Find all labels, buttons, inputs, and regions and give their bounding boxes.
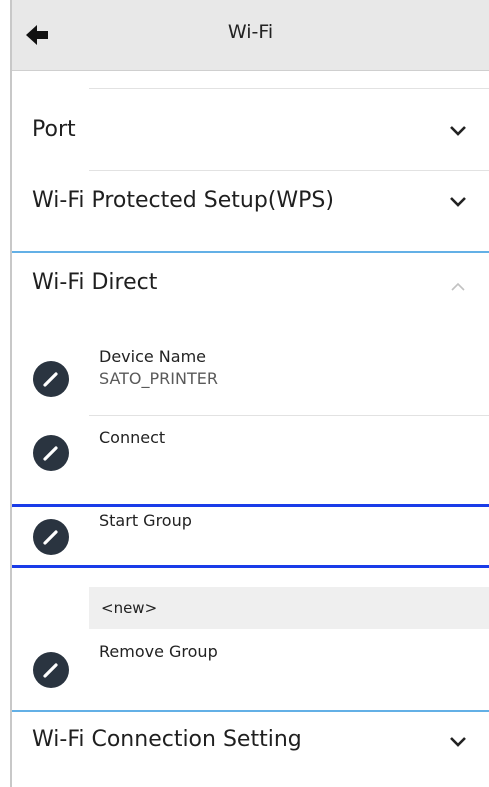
list-item-remove-group: Remove Group bbox=[12, 638, 489, 706]
chevron-down-icon bbox=[450, 126, 466, 136]
item-label: Device Name bbox=[99, 347, 207, 366]
section-label-connection-setting: Wi-Fi Connection Setting bbox=[32, 727, 302, 752]
page-title: Wi-Fi bbox=[227, 21, 274, 43]
section-label-port: Port bbox=[32, 117, 76, 142]
section-wps[interactable]: Wi-Fi Protected Setup(WPS) bbox=[12, 172, 489, 242]
list-item-connect: Connect bbox=[12, 420, 489, 490]
edit-remove-group-button[interactable] bbox=[33, 652, 69, 688]
divider bbox=[89, 415, 489, 416]
section-wifi-direct[interactable]: Wi-Fi Direct bbox=[12, 254, 489, 318]
chevron-down-icon bbox=[450, 197, 466, 207]
pencil-icon bbox=[43, 446, 58, 461]
chevron-up-icon bbox=[451, 282, 465, 291]
settings-screen: Wi-Fi Port Wi-Fi Protected Setup(WPS) Wi… bbox=[10, 0, 489, 787]
item-label: Connect bbox=[99, 428, 166, 447]
pencil-icon bbox=[43, 372, 58, 387]
section-connection-setting[interactable]: Wi-Fi Connection Setting bbox=[12, 712, 489, 776]
divider bbox=[89, 170, 489, 171]
list-item-device-name: Device Name SATO_PRINTER bbox=[12, 345, 489, 415]
edit-device-name-button[interactable] bbox=[33, 361, 69, 397]
chevron-down-icon bbox=[450, 737, 466, 747]
item-value: SATO_PRINTER bbox=[99, 369, 218, 388]
section-label-wps: Wi-Fi Protected Setup(WPS) bbox=[32, 188, 334, 213]
highlight-box bbox=[12, 504, 489, 568]
item-label: Remove Group bbox=[99, 642, 218, 661]
section-label-wifi-direct: Wi-Fi Direct bbox=[32, 270, 158, 295]
pencil-icon bbox=[43, 663, 58, 678]
section-divider bbox=[12, 251, 489, 253]
app-header: Wi-Fi bbox=[12, 0, 489, 71]
group-entry-row[interactable]: <new> bbox=[89, 587, 489, 629]
edit-connect-button[interactable] bbox=[33, 435, 69, 471]
divider bbox=[89, 88, 489, 89]
section-port[interactable]: Port bbox=[12, 95, 489, 165]
group-entry-label: <new> bbox=[101, 599, 158, 617]
